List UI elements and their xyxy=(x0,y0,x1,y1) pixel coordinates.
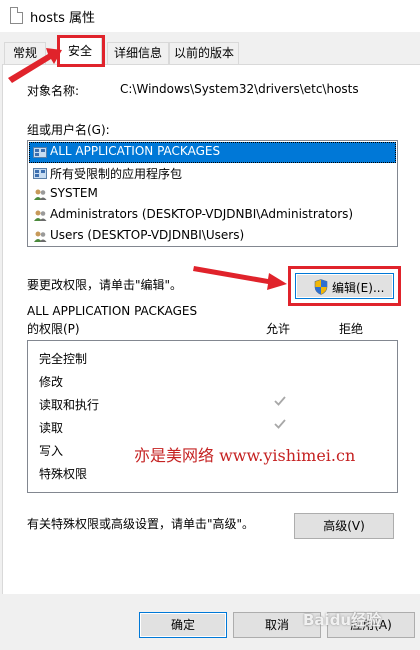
permissions-label: 的权限(P) xyxy=(27,322,80,336)
group-name: Users (DESKTOP-VDJDNBI\Users) xyxy=(50,228,245,242)
permission-row: 读取 xyxy=(29,415,396,438)
red-arrow-edit xyxy=(193,266,287,290)
advanced-text: 有关特殊权限或高级设置，请单击"高级"。 xyxy=(27,517,255,531)
app-package-icon xyxy=(33,147,47,158)
permission-name: 写入 xyxy=(39,444,64,458)
users-icon xyxy=(34,189,47,200)
groups-label: 组或用户名(G): xyxy=(27,123,110,137)
list-item[interactable]: Administrators (DESKTOP-VDJDNBI\Administ… xyxy=(29,205,396,226)
change-permissions-text: 要更改权限，请单击"编辑"。 xyxy=(27,278,183,292)
permission-name: 特殊权限 xyxy=(39,467,88,481)
watermark-text: 亦是美网络 www.yishimei.cn xyxy=(134,446,356,465)
permission-name: 读取和执行 xyxy=(39,398,100,412)
window-title: hosts 属性 xyxy=(30,11,95,26)
permission-name: 完全控制 xyxy=(39,352,88,366)
list-item[interactable]: ALL APPLICATION PACKAGES xyxy=(29,142,396,163)
file-icon xyxy=(10,7,23,24)
permission-row: 完全控制 xyxy=(29,346,396,369)
permission-row: 修改 xyxy=(29,369,396,392)
object-name-value: C:\Windows\System32\drivers\etc\hosts xyxy=(120,82,359,96)
permissions-for-label: ALL APPLICATION PACKAGES xyxy=(27,304,198,318)
group-name: SYSTEM xyxy=(50,186,98,200)
title-bar: hosts 属性 xyxy=(0,0,420,32)
deny-header: 拒绝 xyxy=(339,322,364,336)
list-item[interactable]: Users (DESKTOP-VDJDNBI\Users) xyxy=(29,226,396,247)
tab-details[interactable]: 详细信息 xyxy=(107,42,169,64)
list-item[interactable]: SYSTEM xyxy=(29,184,396,205)
list-item[interactable]: 所有受限制的应用程序包 xyxy=(29,163,396,184)
ok-button[interactable]: 确定 xyxy=(139,612,227,638)
red-arrow-tab xyxy=(8,48,62,83)
baidu-logo: Baidu经验 xyxy=(303,611,382,629)
highlight-box-edit xyxy=(288,266,401,306)
permission-row: 读取和执行 xyxy=(29,392,396,415)
advanced-button[interactable]: 高级(V) xyxy=(294,513,394,539)
allow-header: 允许 xyxy=(266,322,291,336)
permission-name: 修改 xyxy=(39,375,64,389)
permission-name: 读取 xyxy=(39,421,64,435)
group-name: 所有受限制的应用程序包 xyxy=(50,167,183,181)
users-icon xyxy=(34,210,47,221)
group-name: Administrators (DESKTOP-VDJDNBI\Administ… xyxy=(50,207,354,221)
permissions-list: 完全控制 修改 读取和执行 读取 写入 特殊权限 xyxy=(27,340,398,493)
tab-previous-versions[interactable]: 以前的版本 xyxy=(169,42,239,64)
app-package-icon xyxy=(33,168,47,179)
users-icon xyxy=(34,231,47,242)
groups-list[interactable]: ALL APPLICATION PACKAGES 所有受限制的应用程序包 SYS… xyxy=(27,140,398,247)
allow-check-icon xyxy=(274,396,286,406)
group-name: ALL APPLICATION PACKAGES xyxy=(50,144,221,158)
allow-check-icon xyxy=(274,419,286,429)
